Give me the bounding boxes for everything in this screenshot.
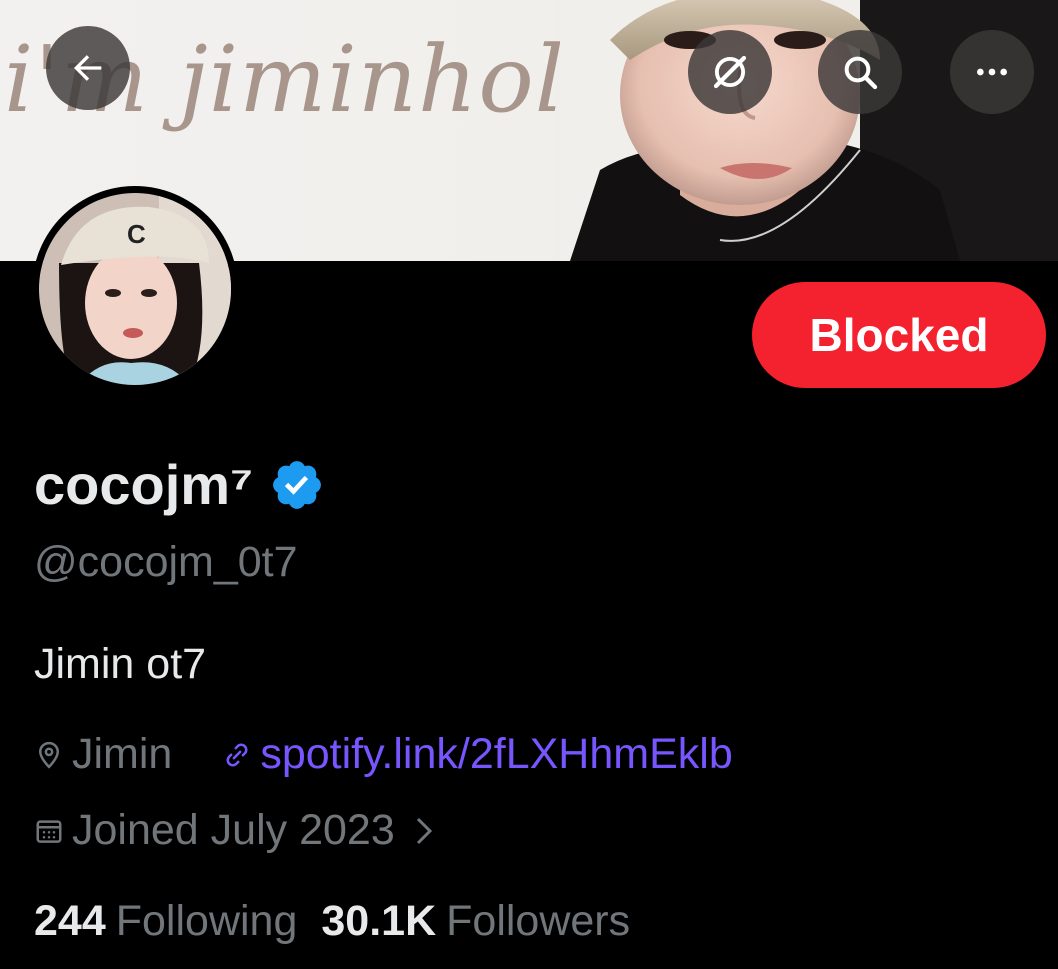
link-icon (226, 743, 248, 766)
following-count: 244 (34, 897, 106, 945)
profile-meta-row: Jimin spotify.link/2fLXHhmEklb (34, 730, 783, 779)
back-button[interactable] (46, 26, 130, 110)
blocked-button[interactable]: Blocked (752, 282, 1046, 388)
location-text: Jimin (72, 730, 173, 778)
display-name: cocojm⁷ (34, 453, 254, 516)
joined-text: Joined July 2023 (72, 806, 395, 854)
grok-button[interactable] (688, 30, 772, 114)
location-item: Jimin (34, 730, 172, 779)
chevron-right-icon (416, 817, 432, 844)
joined-row: Joined July 2023 (34, 806, 485, 855)
profile-bio: Jimin ot7 (34, 640, 207, 688)
search-icon (844, 56, 878, 90)
more-options-button[interactable] (950, 30, 1034, 114)
following-label: Following (115, 897, 298, 945)
followers-count: 30.1K (321, 897, 437, 945)
joined-date-item[interactable]: Joined July 2023 (34, 806, 435, 855)
profile-avatar[interactable]: C (32, 186, 238, 392)
arrow-left-icon (74, 55, 102, 81)
following-stat[interactable]: 244 Following (34, 897, 297, 946)
followers-label: Followers (446, 897, 631, 945)
follow-stats: 244 Following 30.1K Followers (34, 897, 654, 946)
website-link[interactable]: spotify.link/2fLXHhmEklb (222, 730, 733, 779)
profile-handle: @cocojm_0t7 (34, 538, 298, 586)
followers-stat[interactable]: 30.1K Followers (321, 897, 630, 946)
calendar-icon (36, 819, 62, 843)
search-button[interactable] (818, 30, 902, 114)
website-link-text[interactable]: spotify.link/2fLXHhmEklb (260, 730, 732, 779)
verified-badge-icon[interactable] (269, 457, 325, 513)
location-pin-icon (38, 741, 60, 769)
display-name-row: cocojm⁷ (34, 452, 325, 517)
svg-text:C: C (127, 219, 146, 249)
avatar-image: C (39, 193, 231, 385)
grok-icon (713, 55, 747, 89)
more-horizontal-icon (977, 68, 1007, 76)
